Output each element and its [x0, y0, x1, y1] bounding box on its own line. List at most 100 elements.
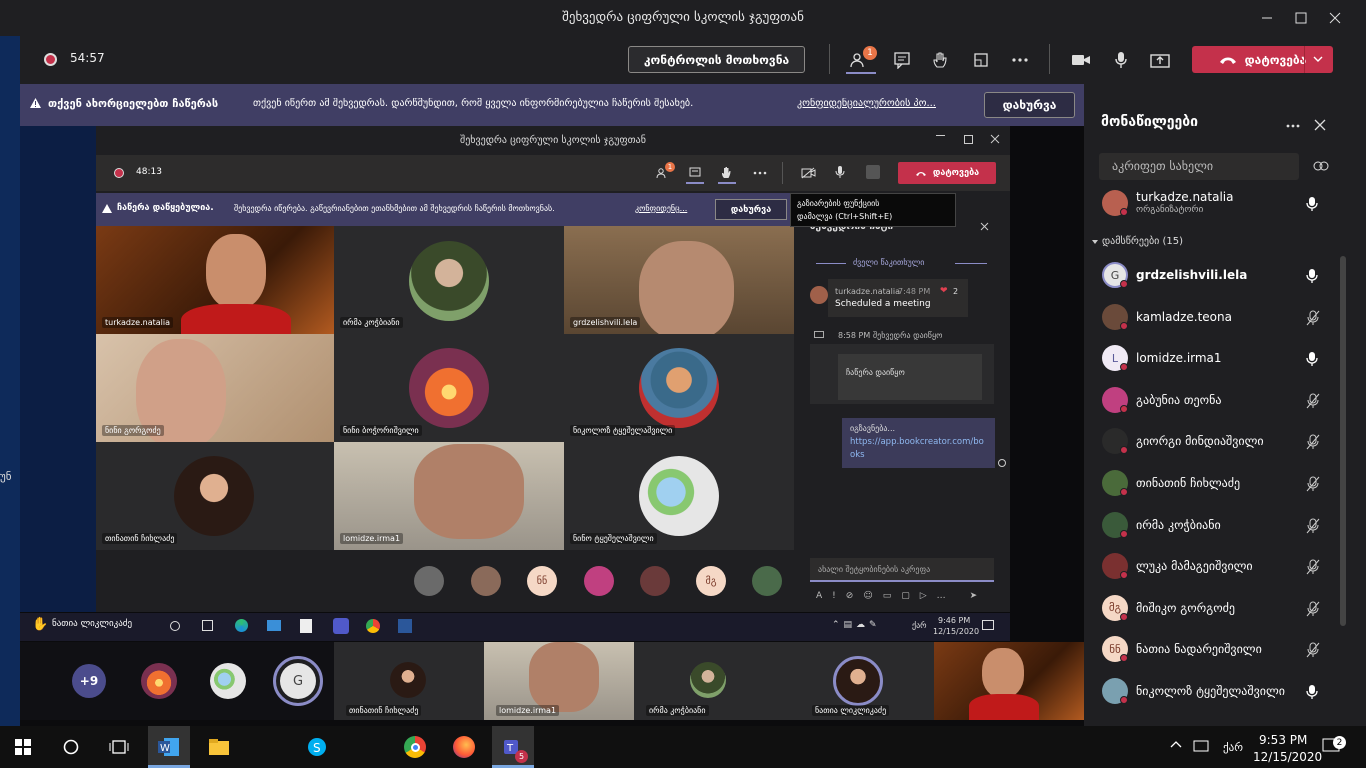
firefox-icon[interactable] [443, 726, 485, 768]
stripe-avatar[interactable] [141, 663, 177, 699]
maximize-icon[interactable] [1290, 9, 1312, 27]
participant-row[interactable]: ირმა კოჭბიანი [1098, 511, 1338, 542]
search-icon[interactable] [50, 726, 92, 768]
chat-icon[interactable] [891, 50, 913, 70]
inner-window-title: შეხვედრა ციფრული სკოლის ჯგუფთან [460, 135, 646, 146]
participant-name: ნიკოლოზ ტყეშელაშვილი [1136, 684, 1285, 698]
overflow-avatar [752, 566, 782, 596]
inner-leave-label: დატოვება [932, 168, 980, 178]
attendees-header[interactable]: დამსწრეები (15) [1102, 236, 1183, 247]
format-icon: A [816, 591, 823, 601]
status-badge [1120, 612, 1128, 621]
dismiss-button[interactable]: დახურვა [984, 92, 1075, 118]
stripe-tile[interactable]: lomidze.irma1 [484, 642, 634, 720]
mic-off-icon [1306, 642, 1320, 658]
status-badge [1120, 404, 1128, 413]
divider [829, 44, 830, 74]
inner-banner-title: ჩაწერა დაწყებულია. [117, 203, 214, 213]
teams-app-icon[interactable]: T [492, 726, 534, 768]
inner-taskview-icon [202, 620, 213, 631]
inner-tray-icons: ⌃▤☁✎ [832, 620, 881, 630]
scrollbar[interactable] [1340, 256, 1346, 626]
participant-role: ორგანიზატორი [1136, 205, 1204, 215]
privacy-link[interactable]: კონფიდენციალურობის პო... [797, 98, 967, 109]
clock-time[interactable]: 9:53 PM [1259, 733, 1307, 747]
file-explorer-icon[interactable] [198, 726, 240, 768]
person-video [982, 648, 1024, 698]
teams-badge: 5 [515, 750, 528, 763]
recording-icon [44, 53, 57, 66]
minimize-icon[interactable] [1256, 9, 1278, 27]
stripe-tile[interactable]: თინათინ ჩიხლაძე [334, 642, 484, 720]
reaction-count: 2 [953, 287, 959, 296]
participant-row[interactable]: გიორგი მინდიაშვილი [1098, 428, 1338, 458]
participant-row[interactable]: ლუკა მამაგეიშვილი [1098, 553, 1338, 583]
network-icon[interactable] [1193, 740, 1209, 752]
microphone-icon[interactable] [1110, 50, 1132, 70]
participant-row[interactable]: თინათინ ჩიხლაძე [1098, 470, 1338, 500]
tile-name: ნინი გორგოძე [102, 425, 164, 436]
participant-row[interactable]: ნნ ნათია ნადარეიშვილი [1098, 636, 1338, 666]
banner-text: თქვენ იწერთ ამ შეხვედრას. დარწმუნდით, რო… [253, 98, 694, 109]
participant-row[interactable]: ნიკოლოზ ტყეშელაშვილი [1098, 678, 1338, 708]
inner-clock-time: 9:46 PM [938, 616, 971, 625]
participant-row[interactable]: Ggrdzelishvili.lela [1098, 262, 1338, 292]
tray-chevron-icon[interactable] [1170, 740, 1182, 748]
close-panel-icon[interactable] [1314, 119, 1326, 131]
more-options-icon[interactable] [1009, 50, 1031, 70]
start-icon[interactable] [2, 726, 44, 768]
task-view-icon[interactable] [98, 726, 140, 768]
status-badge [1120, 571, 1128, 580]
stripe-tile[interactable] [934, 642, 1084, 720]
skype-icon[interactable]: S [296, 726, 338, 768]
inner-close-icon [990, 134, 1000, 144]
request-control-button[interactable]: კონტროლის მოთხოვნა [628, 46, 805, 73]
inner-edge-icon [235, 619, 248, 632]
participant-name: kamladze.teona [1136, 309, 1232, 324]
more-options-icon[interactable] [1286, 124, 1300, 128]
participant-row[interactable]: Llomidze.irma1 [1098, 345, 1338, 375]
warning-icon [29, 97, 42, 109]
mic-off-icon [1306, 476, 1320, 492]
message-time: 7:48 PM [898, 287, 931, 296]
sending-status-icon [998, 459, 1006, 467]
inner-hangup-icon [915, 171, 926, 176]
participant-row[interactable]: kamladze.teona [1098, 303, 1338, 334]
stripe-avatar[interactable] [210, 663, 246, 699]
rooms-icon[interactable] [970, 50, 992, 70]
mic-off-icon [1306, 559, 1320, 575]
message-link-cont: oks [850, 450, 865, 460]
participant-organizer[interactable]: turkadze.natalia ორგანიზატორი [1098, 190, 1338, 220]
more-participants-button[interactable]: +9 [72, 664, 106, 698]
language-indicator[interactable]: ქარ [1223, 741, 1243, 754]
chevron-down-icon[interactable] [1313, 56, 1323, 63]
stripe-tile[interactable]: ნათია ლიკლიკაძე [784, 642, 934, 720]
participant-row[interactable]: გაბუნია თეონა [1098, 386, 1338, 417]
camera-icon[interactable] [1070, 50, 1092, 70]
share-invite-icon[interactable] [1313, 160, 1329, 172]
stripe-tile[interactable]: ირმა კოჭბიანი [634, 642, 784, 720]
word-app-icon[interactable]: W [148, 726, 190, 768]
chrome-icon[interactable] [394, 726, 436, 768]
speaking-avatar[interactable]: G [273, 656, 323, 706]
overflow-avatar [640, 566, 670, 596]
chevron-down-icon[interactable] [1091, 239, 1099, 245]
participant-name: ირმა კოჭბიანი [1136, 517, 1221, 532]
inner-chrome-icon [366, 619, 380, 633]
inner-cortana-icon [170, 621, 180, 631]
inner-active-indicator [686, 182, 704, 184]
participants-badge: 1 [863, 46, 877, 60]
close-icon[interactable] [1324, 9, 1346, 27]
share-screen-icon[interactable] [1149, 50, 1171, 70]
clock-date[interactable]: 12/15/2020 [1253, 750, 1322, 764]
more-icon: … [936, 591, 946, 601]
participant-row[interactable]: მგ მიშიკო გორგოძე [1098, 594, 1338, 625]
message-text: Scheduled a meeting [835, 299, 931, 309]
tile-name: ნინო ტყეშელაშვილი [570, 533, 657, 544]
profile-avatar [690, 662, 726, 698]
divider [1049, 44, 1050, 74]
inner-participants-badge: 1 [665, 162, 675, 172]
leave-button[interactable]: დატოვება [1192, 46, 1333, 73]
raise-hand-icon[interactable] [930, 50, 952, 70]
participant-name: მიშიკო გორგოძე [1136, 600, 1235, 615]
